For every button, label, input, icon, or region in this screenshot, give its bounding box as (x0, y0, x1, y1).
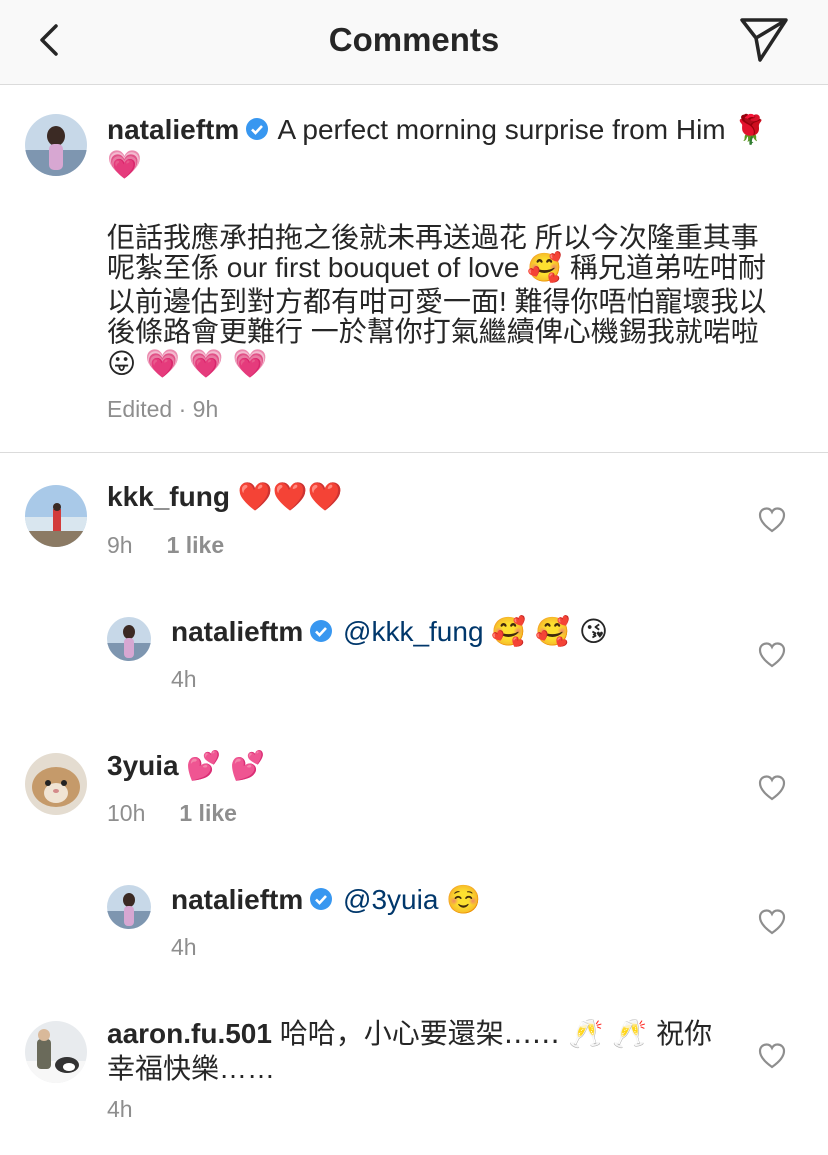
comment-time: 4h (107, 1096, 133, 1122)
verified-badge-icon (310, 620, 333, 642)
reply-username[interactable]: nataliеftm (171, 616, 303, 647)
comment-body: 哈哈，小心要還架…… 🥂 🥂 祝你 (279, 1017, 713, 1050)
like-heart-icon[interactable] (758, 641, 786, 669)
comment-likes[interactable]: 1 like (179, 800, 237, 826)
avatar[interactable] (107, 885, 151, 929)
profile-photo (25, 114, 87, 176)
avatar[interactable] (25, 485, 87, 547)
like-heart-icon[interactable] (758, 774, 786, 802)
direct-share-icon[interactable] (738, 14, 790, 66)
avatar[interactable] (25, 114, 87, 176)
like-heart-icon[interactable] (758, 506, 786, 534)
comment-text: 3yuia 💕 💕 (107, 747, 265, 785)
like-heart-icon[interactable] (758, 1042, 786, 1070)
profile-photo (107, 617, 151, 661)
caption-meta: Edited · 9h (107, 396, 219, 422)
like-heart-icon[interactable] (758, 908, 786, 936)
comment-text-line-2: 幸福快樂…… (107, 1053, 276, 1084)
comment-meta: 10h 1 like (107, 800, 237, 827)
reply-username[interactable]: nataliеftm (171, 884, 303, 915)
page-title: Comments (328, 21, 500, 58)
comment-text: kkk_fung ❤️❤️❤️ (107, 478, 342, 516)
comment-username[interactable]: 3yuia (107, 750, 179, 781)
reply-time: 4h (171, 934, 197, 960)
reply-mention[interactable]: @3yuia (343, 884, 438, 915)
profile-photo (25, 1021, 87, 1083)
verified-badge-icon (310, 888, 333, 910)
comment-body: ❤️❤️❤️ (237, 480, 343, 513)
comment-username[interactable]: kkk_fung (107, 481, 230, 512)
caption-emoji: 💗 (107, 148, 142, 181)
comment-likes[interactable]: 1 like (167, 532, 225, 558)
reply-time: 4h (171, 666, 197, 692)
caption-username[interactable]: nataliеftm (107, 114, 239, 145)
avatar[interactable] (25, 753, 87, 815)
avatar[interactable] (107, 617, 151, 661)
reply-body: 🥰 🥰 😘 (491, 615, 609, 648)
reply-mention[interactable]: @kkk_fung (343, 616, 484, 647)
profile-photo (25, 485, 87, 547)
top-bar: Comments (0, 0, 828, 85)
avatar[interactable] (25, 1021, 87, 1083)
reply-text: nataliеftm @kkk_fung 🥰 🥰 😘 (171, 613, 608, 651)
comment-time: 9h (107, 532, 133, 558)
comment-text: aaron.fu.501 哈哈，小心要還架…… 🥂 🥂 祝你 (107, 1015, 747, 1053)
divider (0, 452, 828, 453)
caption-line-1: nataliеftm A perfect morning surprise fr… (107, 111, 797, 149)
comment-meta: 9h 1 like (107, 532, 224, 559)
caption-body-line-2: 呢紮至係 our first bouquet of love 🥰 稱兄道弟咗咁耐 (107, 252, 766, 283)
caption-text: A perfect morning surprise from Him 🌹 (277, 114, 769, 145)
profile-photo (25, 753, 87, 815)
profile-photo (107, 885, 151, 929)
reply-body: ☺️ (446, 883, 482, 916)
comment-username[interactable]: aaron.fu.501 (107, 1018, 272, 1049)
reply-text: nataliеftm @3yuia ☺️ (171, 881, 481, 919)
comment-body: 💕 💕 (186, 749, 266, 782)
caption-body-line-5: 😛 💗 💗 💗 (107, 347, 268, 380)
verified-badge-icon (246, 118, 269, 140)
comment-time: 10h (107, 800, 146, 826)
